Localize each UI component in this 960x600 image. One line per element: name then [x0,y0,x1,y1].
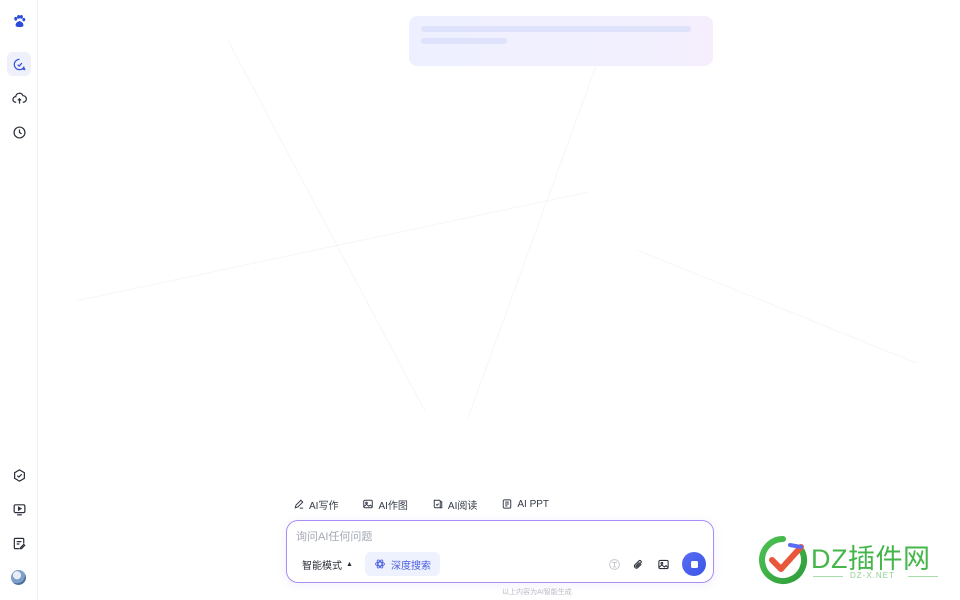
image-icon [363,499,374,509]
history-clock-icon[interactable] [7,120,31,144]
stop-icon [690,560,698,568]
agent-cube-icon-svg [13,468,25,482]
user-avatar[interactable] [11,570,26,585]
ai-drawing-label: AI作图 [378,500,408,512]
stop-generation-button[interactable] [682,552,706,576]
watermark-subtitle: DZ-X.NET [850,571,895,580]
baidu-paw-icon[interactable] [7,9,31,33]
paperclip-icon-svg [633,559,642,569]
background-line [637,250,917,364]
mode-label: 智能模式 [302,561,342,572]
picture-icon-svg [657,559,669,569]
deep-search-label: 深度搜索 [391,560,431,572]
background-line [227,40,426,412]
new-chat-icon-svg [13,58,26,70]
footer-disclaimer-text: 以上内容为AI智能生成 [502,589,572,596]
top-banner [409,16,713,66]
baidu-paw-icon-svg [13,14,25,27]
mode-arrow-icon: ▲ [346,561,353,568]
site-watermark: DZ插件网 DZ-X.NET [758,531,948,591]
screen-play-icon-svg [13,503,25,515]
background-line [77,191,587,301]
ai-reading-button[interactable]: AI阅读 [429,494,480,514]
atom-icon [375,559,385,569]
ai-drawing-button[interactable]: AI作图 [359,494,410,514]
deep-search-button[interactable]: 深度搜索 [365,552,440,576]
picture-icon[interactable] [654,555,672,573]
book-icon [433,499,443,509]
cloud-upload-icon-svg [11,92,27,104]
sidebar [0,0,38,600]
ai-writing-button[interactable]: AI写作 [290,494,341,514]
banner-text-placeholder [421,26,691,32]
ai-reading-label: AI阅读 [447,500,478,512]
translate-icon[interactable] [605,555,623,573]
watermark-divider [908,576,938,577]
note-edit-icon-svg [13,537,26,549]
cloud-upload-icon[interactable] [7,86,31,110]
paperclip-icon[interactable] [629,555,647,573]
watermark-divider [813,576,843,577]
history-clock-icon-svg [12,125,26,139]
agent-cube-icon[interactable] [7,463,31,487]
new-chat-icon[interactable] [7,52,31,76]
watermark-logo [759,536,807,584]
background-line [467,60,599,418]
ai-ppt-button[interactable]: AI PPT [498,494,552,514]
banner-text-placeholder [421,38,507,44]
translate-icon-svg [608,558,620,570]
mode-select[interactable]: 智能模式 ▲ [302,557,353,572]
chat-input[interactable] [296,528,696,546]
ai-writing-label: AI写作 [309,500,339,512]
note-edit-icon[interactable] [7,531,31,555]
ai-ppt-label: AI PPT [517,498,550,510]
ppt-icon [503,499,512,509]
screen-play-icon[interactable] [7,497,31,521]
pen-icon [294,499,304,509]
quick-actions: AI写作 AI作图 AI阅读 AI PPT [290,494,552,514]
chat-input-box: 智能模式 ▲ 深度搜索 [286,520,714,583]
